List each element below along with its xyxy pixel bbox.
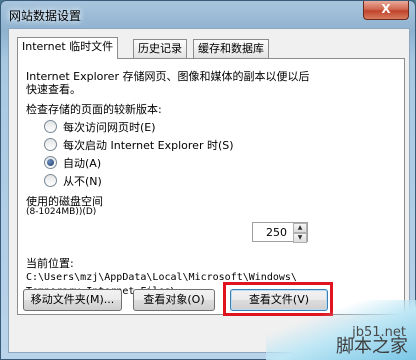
move-folder-button[interactable]: 移动文件夹(M)... — [23, 289, 122, 311]
radio-label: 自动(A) — [63, 157, 102, 170]
radio-button-icon — [44, 174, 57, 187]
radio-button-selected-icon — [44, 156, 57, 169]
close-button[interactable]: X — [363, 1, 409, 20]
tab-temporary-files[interactable]: Internet 临时文件 — [17, 37, 119, 59]
radio-never[interactable]: 从不(N) — [44, 173, 102, 189]
disk-space-stepper[interactable]: ▲ ▼ — [252, 222, 308, 243]
radio-label: 每次启动 Internet Explorer 时(S) — [63, 139, 234, 152]
spin-up-icon[interactable]: ▲ — [293, 223, 307, 233]
close-icon: X — [381, 2, 391, 16]
description-line-2: 快速查看。 — [26, 83, 81, 96]
radio-label: 从不(N) — [63, 175, 102, 188]
radio-button-icon — [44, 138, 57, 151]
radio-automatic[interactable]: 自动(A) — [44, 155, 101, 171]
tab-panel: Internet Explorer 存储网页、图像和媒体的副本以便以后 快速查看… — [17, 58, 405, 315]
tab-cache-databases[interactable]: 缓存和数据库 — [193, 39, 269, 58]
radio-button-icon — [44, 120, 57, 133]
watermark-name: 脚本之家 — [336, 336, 408, 357]
disk-space-range: (8-1024MB))(D) — [26, 207, 97, 217]
window-title: 网站数据设置 — [9, 9, 82, 23]
radio-label: 每次访问网页时(E) — [63, 121, 156, 134]
title-bar[interactable]: 网站数据设置 X — [1, 1, 415, 27]
tab-history[interactable]: 历史记录 — [133, 39, 187, 58]
spin-down-icon[interactable]: ▼ — [293, 233, 307, 243]
view-objects-button[interactable]: 查看对象(O) — [133, 289, 215, 311]
disk-space-input[interactable] — [253, 223, 291, 241]
check-versions-label: 检查存储的页面的较新版本: — [26, 103, 162, 116]
radio-every-start[interactable]: 每次启动 Internet Explorer 时(S) — [44, 137, 234, 153]
watermark: jb51.net 脚本之家 — [266, 300, 416, 360]
radio-every-visit[interactable]: 每次访问网页时(E) — [44, 119, 156, 135]
current-location-label: 当前位置: — [26, 257, 74, 270]
